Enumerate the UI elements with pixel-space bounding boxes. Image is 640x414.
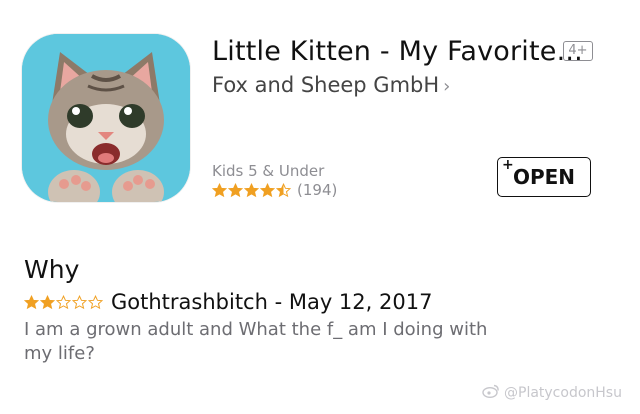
review-author-date: Gothtrashbitch - May 12, 2017 <box>111 290 433 314</box>
star-icon <box>212 182 227 197</box>
review-rating-stars <box>24 294 103 310</box>
app-rating: (194) <box>212 181 337 199</box>
open-button[interactable]: + OPEN <box>497 157 591 197</box>
app-icon[interactable] <box>22 34 190 202</box>
star-icon <box>244 182 259 197</box>
app-title: Little Kitten - My Favorite... <box>212 36 583 67</box>
star-icon <box>260 182 275 197</box>
developer-link[interactable]: Fox and Sheep GmbH › <box>212 73 450 97</box>
watermark: @PlatycodonHsu <box>482 384 622 402</box>
star-icon <box>228 182 243 197</box>
star-icon <box>24 294 39 309</box>
rating-count: (194) <box>297 181 338 199</box>
star-icon <box>72 294 87 309</box>
developer-name: Fox and Sheep GmbH <box>212 73 440 97</box>
chevron-right-icon: › <box>443 76 451 97</box>
review-meta: Gothtrashbitch - May 12, 2017 <box>24 290 432 314</box>
star-icon <box>276 182 291 197</box>
star-icon <box>56 294 71 309</box>
star-icon <box>88 294 103 309</box>
kitten-icon <box>22 34 190 202</box>
app-rating-stars <box>212 182 291 198</box>
review-title: Why <box>24 255 80 284</box>
open-button-label: OPEN <box>512 165 576 189</box>
weibo-icon <box>482 384 500 402</box>
age-rating-badge: 4+ <box>563 41 593 61</box>
category-label: Kids 5 & Under <box>212 162 325 180</box>
star-icon <box>40 294 55 309</box>
watermark-text: @PlatycodonHsu <box>504 385 622 401</box>
plus-icon: + <box>502 157 514 173</box>
review-body: I am a grown adult and What the f_ am I … <box>24 319 488 364</box>
